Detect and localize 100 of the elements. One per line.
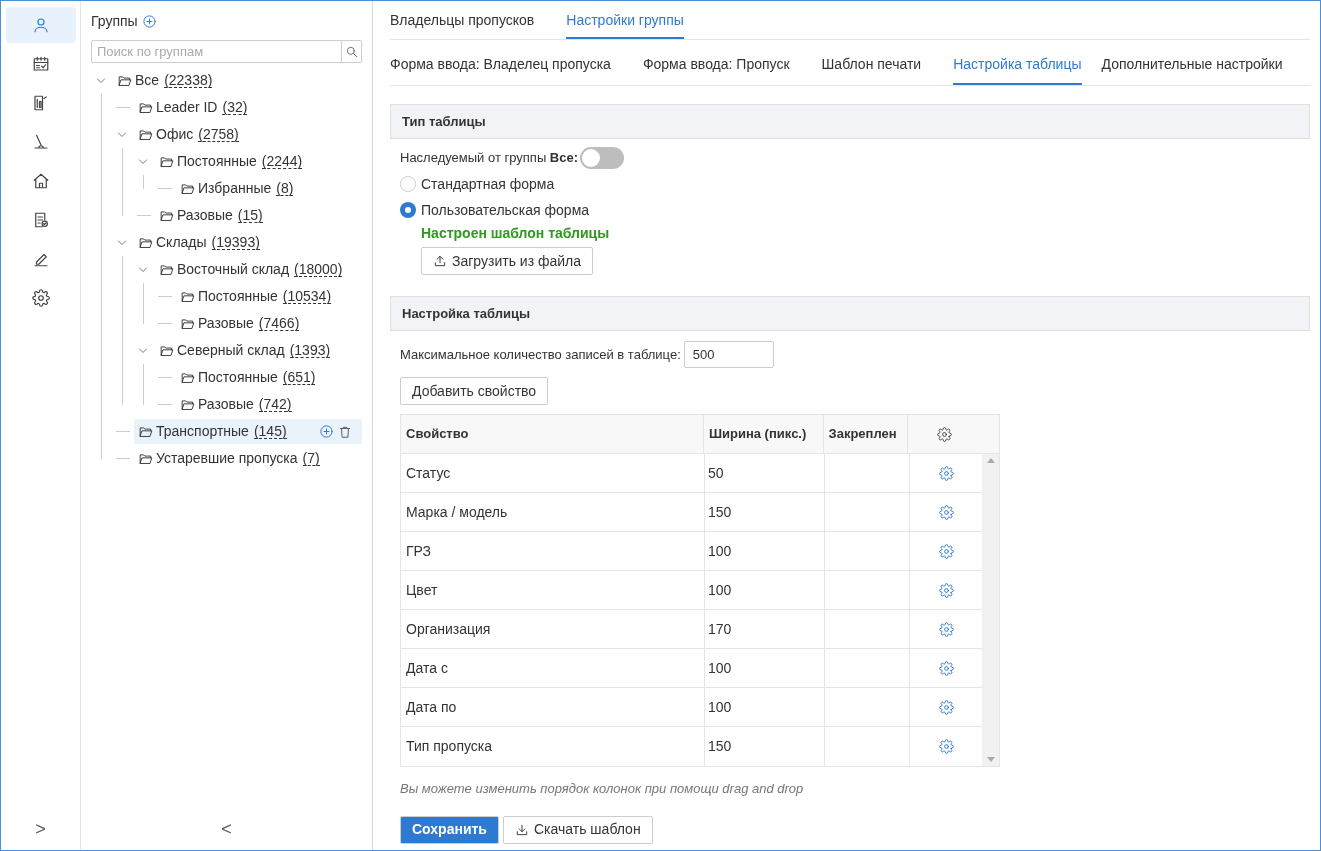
tree-label: Офис xyxy=(156,125,194,144)
folder-icon xyxy=(138,100,154,115)
tree-item[interactable]: Восточный склад (18000) xyxy=(155,257,347,282)
folder-icon xyxy=(138,127,154,142)
table-cell: 100 xyxy=(705,571,825,609)
table-cell: Тип пропуска xyxy=(401,727,705,766)
upload-button[interactable]: Загрузить из файла xyxy=(421,247,594,275)
settings-icon[interactable] xyxy=(938,543,954,559)
tab[interactable]: Владельцы пропусков xyxy=(390,3,535,39)
settings-icon[interactable] xyxy=(938,465,954,481)
settings-icon[interactable] xyxy=(938,621,954,637)
tree-label: Устаревшие пропуска xyxy=(156,449,298,468)
count-link[interactable]: (15) xyxy=(237,208,263,223)
tree-label: Постоянные xyxy=(198,368,278,387)
settings-icon[interactable] xyxy=(938,504,954,520)
panel-title: Группы xyxy=(91,11,138,31)
count-link[interactable]: (10534) xyxy=(282,289,332,304)
tab[interactable]: Форма ввода: Владелец пропуска xyxy=(390,46,611,85)
count-link[interactable]: (2244) xyxy=(261,154,303,169)
folder-icon xyxy=(180,397,196,412)
tab[interactable]: Форма ввода: Пропуск xyxy=(642,46,790,85)
tab[interactable]: Настройка таблицы xyxy=(953,46,1082,85)
radio-label: Стандартная форма xyxy=(421,174,555,194)
tree-item[interactable]: Все (22338) xyxy=(113,68,217,93)
tab[interactable]: Шаблон печати xyxy=(821,46,922,85)
settings-icon[interactable] xyxy=(938,660,954,676)
tree-label: Склады xyxy=(156,233,207,252)
count-link[interactable]: (32) xyxy=(222,100,248,115)
hint-text: Вы можете изменить порядок колонок при помощи drag and drop xyxy=(400,780,805,798)
folder-icon xyxy=(180,370,196,385)
count-link[interactable]: (22338) xyxy=(164,73,213,88)
search-icon xyxy=(344,44,359,59)
expand-button[interactable]: > xyxy=(35,820,46,838)
table-cell: Организация xyxy=(401,610,705,648)
search-button[interactable] xyxy=(342,40,362,63)
column-header: Ширина (пикс.) xyxy=(703,415,824,453)
table-cell: Марка / модель xyxy=(401,493,705,531)
tree-item[interactable]: Постоянные (2244) xyxy=(155,149,307,174)
column-header: Закреплен xyxy=(823,415,909,453)
settings-icon[interactable] xyxy=(938,582,954,598)
folder-icon xyxy=(180,289,196,304)
home-icon xyxy=(31,172,50,190)
number-field[interactable]: 500 xyxy=(683,341,774,368)
tree-label: Транспортные xyxy=(156,422,249,441)
folder-icon xyxy=(180,316,196,331)
settings-icon xyxy=(31,289,50,307)
count-link[interactable]: (651) xyxy=(282,370,316,385)
count-link[interactable]: (1393) xyxy=(289,343,331,358)
add-property-button[interactable]: Добавить свойство xyxy=(400,377,549,405)
tree-item[interactable]: Склады (19393) xyxy=(134,230,264,255)
radio-button[interactable] xyxy=(400,202,416,218)
tree-item[interactable]: Транспортные (145) xyxy=(134,419,362,444)
upload-icon xyxy=(433,254,447,268)
tree-item[interactable]: Устаревшие пропуска (7) xyxy=(134,446,324,471)
collapse-button[interactable]: < xyxy=(221,820,232,838)
folder-icon xyxy=(159,154,175,169)
tree-item[interactable]: Разовые (7466) xyxy=(176,311,304,336)
save-button[interactable]: Сохранить xyxy=(400,815,499,844)
tree-item[interactable]: Leader ID (32) xyxy=(134,95,252,120)
folder-icon xyxy=(159,343,175,358)
scrollbar[interactable] xyxy=(982,454,999,766)
count-link[interactable]: (18000) xyxy=(294,262,343,277)
add-icon[interactable] xyxy=(318,424,334,439)
count-link[interactable]: (742) xyxy=(258,397,292,412)
tree-item[interactable]: Офис (2758) xyxy=(134,122,243,147)
tab[interactable]: Настройки группы xyxy=(566,3,684,39)
settings-icon[interactable] xyxy=(938,739,954,754)
add-icon[interactable] xyxy=(141,13,157,29)
download-button[interactable]: Скачать шаблон xyxy=(502,815,653,844)
tree-label: Все xyxy=(135,71,160,90)
tree-item[interactable]: Постоянные (10534) xyxy=(176,284,336,309)
tree-item[interactable]: Северный склад (1393) xyxy=(155,338,335,363)
tree-item[interactable]: Разовые (15) xyxy=(155,203,267,228)
trash-icon[interactable] xyxy=(337,424,352,439)
settings-icon[interactable] xyxy=(938,699,954,715)
tree-item[interactable]: Постоянные (651) xyxy=(176,365,320,390)
count-link[interactable]: (145) xyxy=(253,424,287,439)
table-cell: 50 xyxy=(705,454,825,492)
tree-label: Избранные xyxy=(198,179,272,198)
table-cell: 100 xyxy=(705,532,825,570)
radio-button[interactable] xyxy=(400,176,416,192)
search-field[interactable]: Поиск по группам xyxy=(91,40,342,63)
count-link[interactable]: (8) xyxy=(276,181,294,196)
count-link[interactable]: (19393) xyxy=(211,235,260,250)
radio-label: Пользовательская форма xyxy=(421,200,590,220)
count-link[interactable]: (7) xyxy=(302,451,320,466)
count-link[interactable]: (7466) xyxy=(258,316,300,331)
toggle-switch[interactable] xyxy=(580,147,625,169)
count-link[interactable]: (2758) xyxy=(198,127,239,142)
table-cell: Дата по xyxy=(401,688,705,726)
tree-item[interactable]: Разовые (742) xyxy=(176,392,296,417)
table-cell: 150 xyxy=(705,727,825,766)
section-header: Настройка таблицы xyxy=(390,296,1310,331)
tree-item[interactable]: Избранные (8) xyxy=(176,176,298,201)
folder-icon xyxy=(159,262,175,277)
tab[interactable]: Дополнительные настройки xyxy=(1101,46,1283,85)
tree-label: Восточный склад xyxy=(177,260,290,279)
field-label: Максимальное количество записей в таблице: xyxy=(400,345,681,364)
folder-icon xyxy=(138,235,154,250)
table-cell: Дата с xyxy=(401,649,705,687)
